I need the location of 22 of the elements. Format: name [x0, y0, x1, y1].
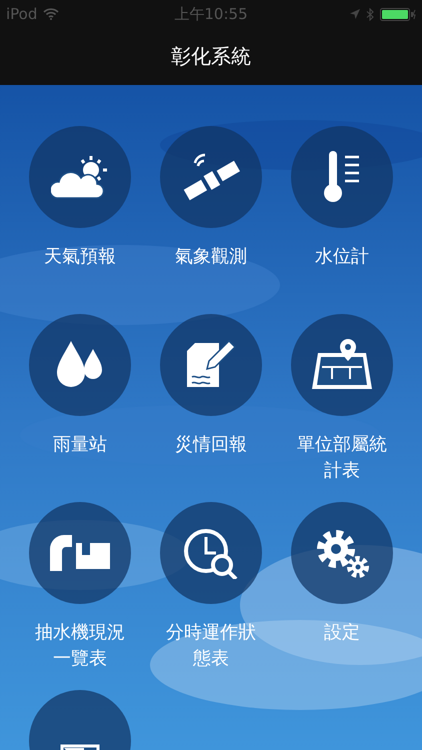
location-icon: [350, 9, 360, 19]
menu-label: 設定: [323, 621, 361, 645]
menu-label: 單位部屬統計表: [296, 433, 388, 483]
menu-label: 雨量站: [52, 433, 108, 457]
menu-label: 氣象觀測: [174, 245, 248, 269]
map-pin-icon: [310, 339, 374, 391]
battery-icon: [380, 8, 416, 20]
menu-label: 分時運作狀態表: [165, 621, 257, 671]
pipe-tank-icon: [48, 533, 112, 573]
sun-cloud-icon: [51, 154, 109, 200]
bluetooth-icon: [366, 8, 374, 20]
satellite-icon: [181, 151, 241, 203]
carrier-label: iPod: [6, 5, 38, 23]
gears-icon: [314, 527, 370, 579]
menu-label: 天氣預報: [43, 245, 117, 269]
menu-label: 水位計: [314, 245, 370, 269]
nav-title: 彰化系統: [171, 43, 251, 70]
menu-label: 災情回報: [174, 433, 248, 457]
status-time: 上午10:55: [174, 4, 248, 24]
clock-search-icon: [182, 527, 240, 579]
wifi-icon: [43, 8, 60, 20]
menu-label: 抽水機現況一覽表: [34, 621, 126, 671]
